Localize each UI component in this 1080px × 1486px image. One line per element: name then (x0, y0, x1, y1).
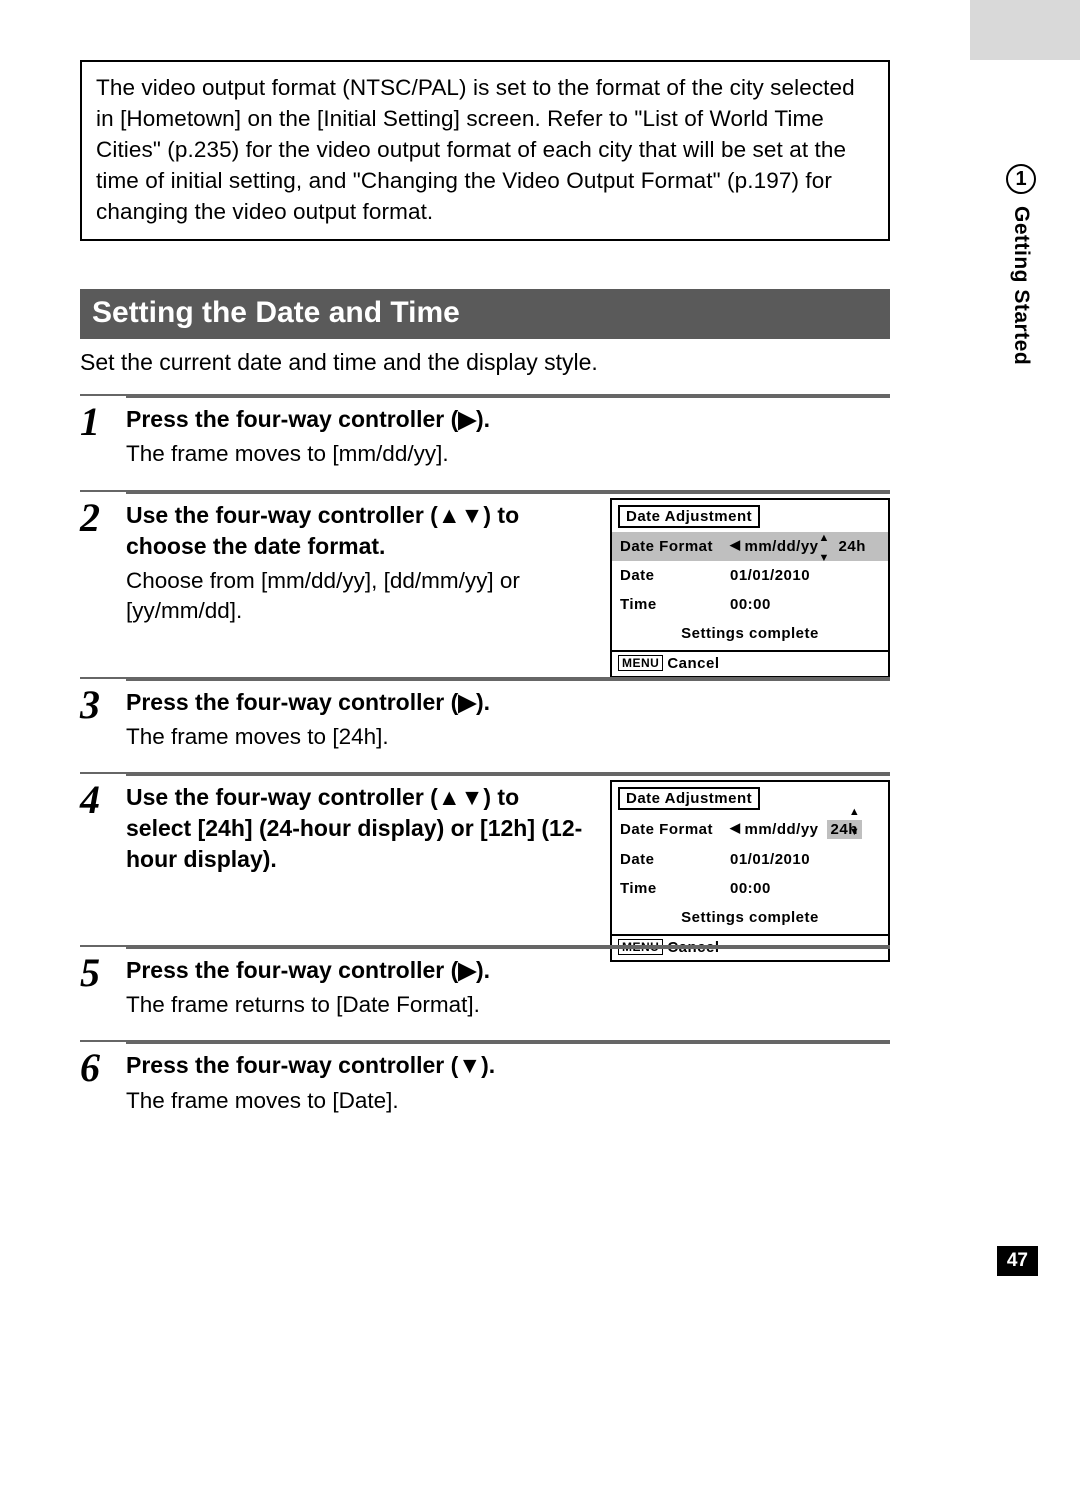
step-title-pre: Use the four-way controller ( (126, 502, 438, 528)
screen-value: 01/01/2010 (730, 567, 878, 584)
screen-row-format: Date Format ◀ mm/dd/yy ▲▼ 24h (612, 532, 888, 561)
step-5: 5 Press the four-way controller (▶). The… (80, 945, 890, 1040)
screen-value: mm/dd/yy (745, 821, 819, 838)
screen-settings-complete: Settings complete (612, 903, 888, 934)
section-title-bar: Setting the Date and Time (80, 289, 890, 339)
step-title-post: ). (481, 1052, 495, 1078)
step-title-pre: Press the four-way controller ( (126, 406, 458, 432)
screen-label: Date (620, 851, 730, 868)
screen-label: Time (620, 596, 730, 613)
triangle-updown-icon: ▲▼ (438, 784, 484, 810)
screen-label: Date Format (620, 538, 730, 555)
note-box: The video output format (NTSC/PAL) is se… (80, 60, 890, 241)
step-desc: The frame moves to [Date]. (126, 1086, 890, 1116)
chapter-tab: 1 Getting Started (1004, 164, 1038, 365)
step-title-post: ). (476, 689, 490, 715)
triangle-left-icon: ◀ (730, 820, 741, 836)
step-title-post: ). (476, 957, 490, 983)
step-title-pre: Use the four-way controller ( (126, 784, 438, 810)
step-title-post: ). (476, 406, 490, 432)
step-desc: The frame moves to [mm/dd/yy]. (126, 439, 890, 469)
chapter-label: Getting Started (1009, 206, 1033, 365)
step-6: 6 Press the four-way controller (▼). The… (80, 1040, 890, 1135)
chapter-number: 1 (1006, 164, 1036, 194)
screen-title: Date Adjustment (618, 505, 760, 528)
step-title-pre: Press the four-way controller ( (126, 957, 458, 983)
screen-footer: MENU Cancel (612, 650, 888, 676)
camera-screen-2: Date Adjustment Date Format ◀ mm/dd/yy 2… (610, 780, 890, 962)
step-desc: Choose from [mm/dd/yy], [dd/mm/yy] or [y… (126, 566, 590, 627)
screen-row-format: Date Format ◀ mm/dd/yy 24h ▲▼ (612, 814, 888, 845)
triangle-down-icon: ▼ (458, 1052, 481, 1078)
step-title-pre: Press the four-way controller ( (126, 1052, 458, 1078)
screen-row-date: Date 01/01/2010 (612, 845, 888, 874)
screen-value: mm/dd/yy (745, 538, 819, 555)
screen-cancel: Cancel (667, 655, 719, 672)
step-number: 1 (80, 402, 126, 469)
triangle-right-icon: ▶ (458, 406, 476, 432)
step-2: 2 Use the four-way controller (▲▼) to ch… (80, 490, 890, 647)
step-number: 2 (80, 498, 126, 627)
section-subtitle: Set the current date and time and the di… (80, 349, 890, 376)
step-4: 4 Use the four-way controller (▲▼) to se… (80, 772, 890, 895)
step-desc: The frame moves to [24h]. (126, 722, 890, 752)
screen-value: 01/01/2010 (730, 851, 878, 868)
step-title-pre: Press the four-way controller ( (126, 689, 458, 715)
screen-label: Date Format (620, 821, 730, 838)
screen-settings-complete: Settings complete (612, 619, 888, 650)
step-1: 1 Press the four-way controller (▶). The… (80, 394, 890, 489)
screen-suffix: 24h (839, 538, 866, 555)
step-desc: The frame returns to [Date Format]. (126, 990, 890, 1020)
menu-button-icon: MENU (618, 655, 663, 671)
triangle-right-icon: ▶ (458, 689, 476, 715)
screen-label: Date (620, 567, 730, 584)
triangle-updown-icon: ▲▼ (438, 502, 484, 528)
step-number: 3 (80, 685, 126, 752)
screen-value: 00:00 (730, 880, 878, 897)
screen-value: 00:00 (730, 596, 878, 613)
screen-title: Date Adjustment (618, 787, 760, 810)
step-number: 6 (80, 1048, 126, 1115)
screen-row-date: Date 01/01/2010 (612, 561, 888, 590)
step-number: 5 (80, 953, 126, 1020)
screen-row-time: Time 00:00 (612, 874, 888, 903)
triangle-left-icon: ◀ (730, 537, 741, 553)
step-3: 3 Press the four-way controller (▶). The… (80, 677, 890, 772)
decorative-strip (970, 0, 1080, 60)
page-number: 47 (997, 1246, 1038, 1276)
screen-row-time: Time 00:00 (612, 590, 888, 619)
triangle-right-icon: ▶ (458, 957, 476, 983)
step-number: 4 (80, 780, 126, 875)
screen-label: Time (620, 880, 730, 897)
camera-screen-1: Date Adjustment Date Format ◀ mm/dd/yy ▲… (610, 498, 890, 678)
